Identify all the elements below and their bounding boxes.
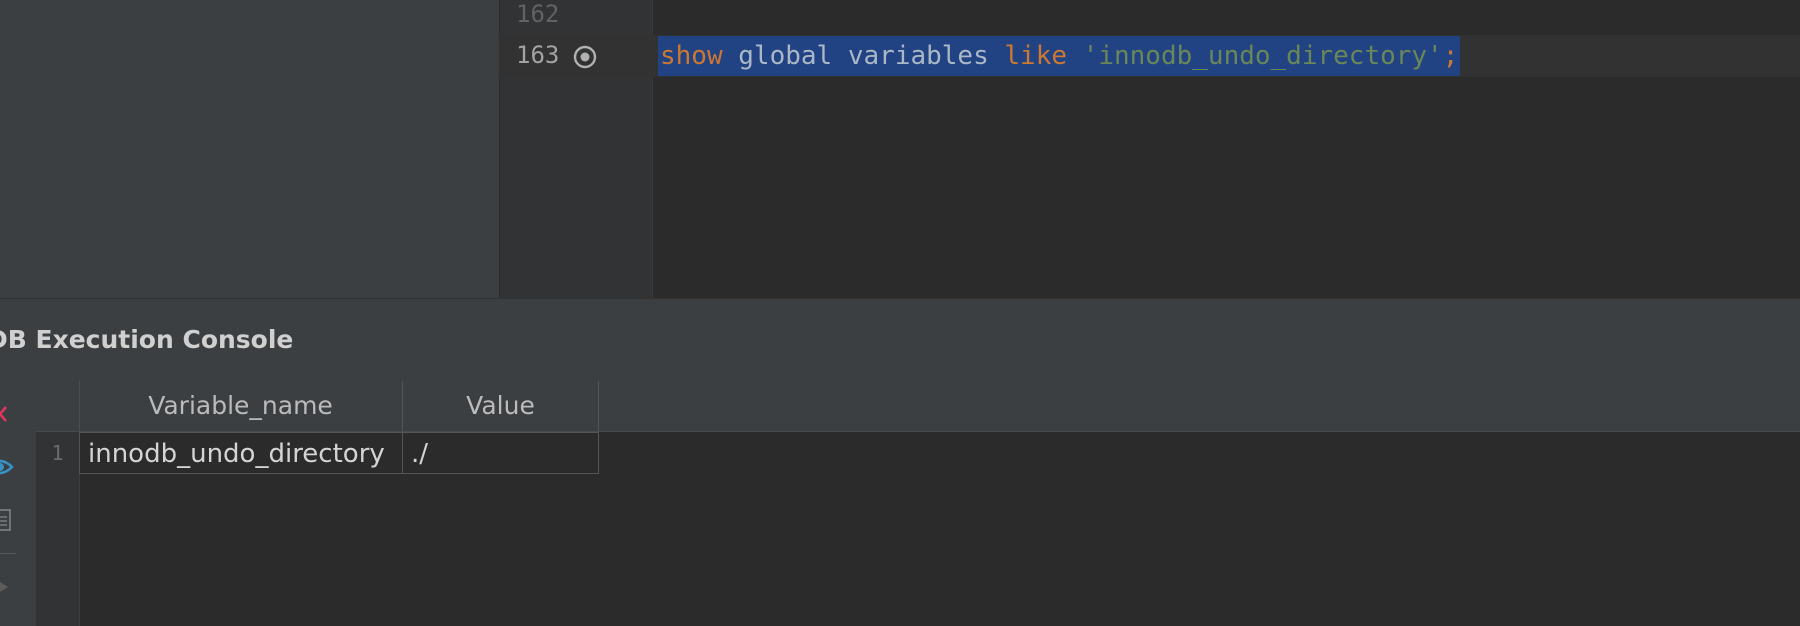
column-header-value[interactable]: Value [403, 381, 599, 431]
line-number: 162 [516, 0, 560, 28]
sql-statement[interactable]: show global variables like 'innodb_undo_… [658, 36, 1461, 76]
row-number[interactable]: 1 [36, 432, 79, 474]
console-title: DB Execution Console [0, 325, 294, 354]
play-icon[interactable] [0, 579, 10, 595]
line-number-current: 163 [516, 41, 560, 69]
result-grid[interactable]: Variable_name Value 1 innodb_undo_direct… [36, 381, 1800, 626]
keyword-like: like [1004, 41, 1068, 71]
string-literal: 'innodb_undo_directory' [1082, 41, 1443, 71]
toolbar-divider [0, 553, 16, 554]
identifier-global: global [738, 41, 833, 71]
column-header-variable-name[interactable]: Variable_name [79, 381, 403, 431]
close-icon[interactable] [0, 403, 12, 427]
document-icon[interactable] [0, 508, 12, 532]
project-tree-panel [0, 0, 499, 298]
eye-icon[interactable] [0, 456, 14, 478]
identifier-variables: variables [847, 41, 989, 71]
console-toolbar [0, 381, 37, 626]
statement-terminator: ; [1442, 41, 1459, 71]
execute-statement-icon[interactable] [573, 45, 597, 69]
keyword-show: show [660, 41, 723, 71]
table-cell-value[interactable]: ./ [403, 432, 599, 474]
grid-corner-cell[interactable] [36, 381, 80, 432]
console-header: DB Execution Console [0, 298, 1800, 382]
table-cell-variable-name[interactable]: innodb_undo_directory [79, 432, 403, 474]
